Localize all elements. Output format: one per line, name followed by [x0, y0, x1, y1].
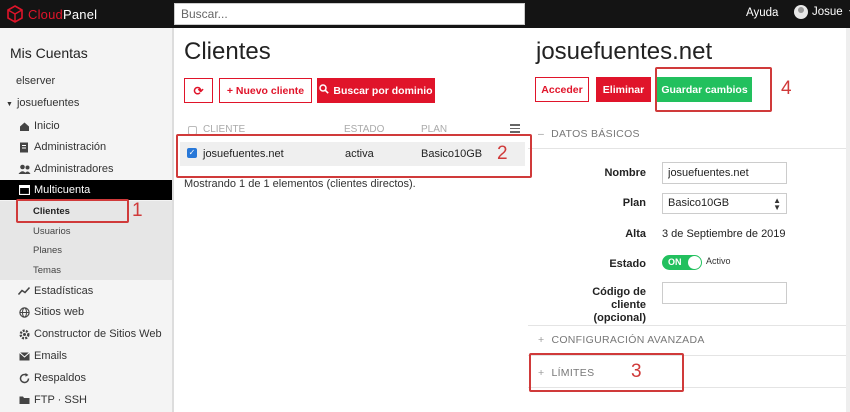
annotation-number-3: 3 [631, 361, 642, 382]
sidebar-item-inicio[interactable]: Inicio [0, 116, 172, 136]
annotation-box-3 [529, 353, 684, 392]
column-menu-icon[interactable] [510, 124, 520, 134]
help-link[interactable]: Ayuda [746, 7, 778, 19]
annotation-number-4: 4 [781, 78, 792, 99]
cloudpanel-logo[interactable]: CloudPanel [6, 4, 97, 24]
new-client-button[interactable]: + Nuevo cliente [219, 78, 312, 103]
search-domain-button[interactable]: Buscar por dominio [317, 78, 435, 103]
sidebar-heading: Mis Cuentas [10, 45, 88, 61]
home-icon [17, 121, 31, 132]
user-name: Josue [812, 6, 843, 18]
state-toggle[interactable]: ON [662, 255, 702, 270]
divider [528, 148, 846, 149]
annotation-box-4 [655, 67, 772, 112]
envelope-icon [17, 351, 31, 361]
name-label: Nombre [604, 167, 646, 179]
plus-icon: + [538, 334, 545, 346]
multiaccount-icon [17, 185, 31, 195]
refresh-icon: ⟳ [193, 83, 204, 98]
client-code-label: Código de cliente (opcional) [592, 286, 646, 324]
sidebar-item-sitios-web[interactable]: Sitios web [0, 302, 172, 322]
sidebar-item-emails[interactable]: Emails [0, 346, 172, 366]
sidebar-server[interactable]: elserver [16, 75, 55, 87]
sidebar-scrollbar[interactable] [172, 28, 174, 412]
top-bar: CloudPanel Ayuda Josue ▼ [0, 0, 850, 28]
sidebar-item-estadisticas[interactable]: Estadísticas [0, 281, 172, 301]
plan-label: Plan [622, 197, 646, 209]
avatar [794, 5, 808, 19]
client-code-field[interactable] [662, 282, 787, 304]
triangle-down-icon: ▼ [6, 101, 13, 108]
page-scrollbar[interactable] [846, 28, 850, 412]
sidebar-item-constructor[interactable]: Constructor de Sitios Web [0, 324, 172, 344]
sidebar-subitem-temas[interactable]: Temas [0, 260, 172, 280]
cube-logo-icon [6, 5, 24, 23]
folder-icon [17, 395, 31, 405]
search-icon [319, 84, 330, 97]
sidebar-subitem-usuarios[interactable]: Usuarios [0, 221, 172, 241]
sidebar-item-administracion[interactable]: Administración [0, 137, 172, 157]
toggle-knob [688, 256, 701, 269]
annotation-number-2: 2 [497, 143, 508, 164]
section-basic[interactable]: – DATOS BÁSICOS [538, 128, 640, 140]
sidebar-item-respaldos[interactable]: Respaldos [0, 368, 172, 388]
detail-title: josuefuentes.net [536, 38, 713, 65]
annotation-number-1: 1 [132, 200, 143, 221]
annotation-box-1 [16, 199, 129, 223]
chart-icon [17, 286, 31, 296]
name-field[interactable] [662, 162, 787, 184]
select-arrows-icon: ▲ ▼ [773, 196, 781, 212]
refresh-icon [17, 372, 31, 384]
logo-text: CloudPanel [28, 6, 98, 22]
globe-icon [17, 306, 31, 318]
minus-icon: – [538, 128, 545, 140]
pagination-info: Mostrando 1 de 1 elementos (clientes dir… [184, 178, 416, 190]
sidebar-account[interactable]: ▼ josuefuentes [6, 97, 79, 109]
access-button[interactable]: Acceder [535, 77, 589, 102]
users-icon [17, 164, 31, 175]
user-menu[interactable]: Josue ▼ [794, 5, 850, 19]
high-label: Alta [625, 228, 646, 240]
document-icon [17, 142, 31, 153]
refresh-button[interactable]: ⟳ [184, 78, 213, 103]
search-input[interactable] [174, 3, 525, 25]
state-value: Activo [706, 256, 731, 266]
sidebar-item-administradores[interactable]: Administradores [0, 159, 172, 179]
sidebar-subitem-planes[interactable]: Planes [0, 240, 172, 260]
sidebar-item-multicuenta[interactable]: Multicuenta [0, 180, 172, 200]
plan-select[interactable]: Basico10GB ▲ ▼ [662, 193, 787, 214]
delete-button[interactable]: Eliminar [596, 77, 651, 102]
section-advanced[interactable]: + CONFIGURACIÓN AVANZADA [538, 334, 705, 346]
divider [528, 325, 846, 326]
state-label: Estado [609, 258, 646, 270]
gear-icon [17, 329, 31, 340]
page-title: Clientes [184, 38, 271, 65]
annotation-box-2 [176, 134, 532, 178]
high-value: 3 de Septiembre de 2019 [662, 228, 786, 240]
sidebar-item-ftp-ssh[interactable]: FTP · SSH [0, 390, 172, 410]
